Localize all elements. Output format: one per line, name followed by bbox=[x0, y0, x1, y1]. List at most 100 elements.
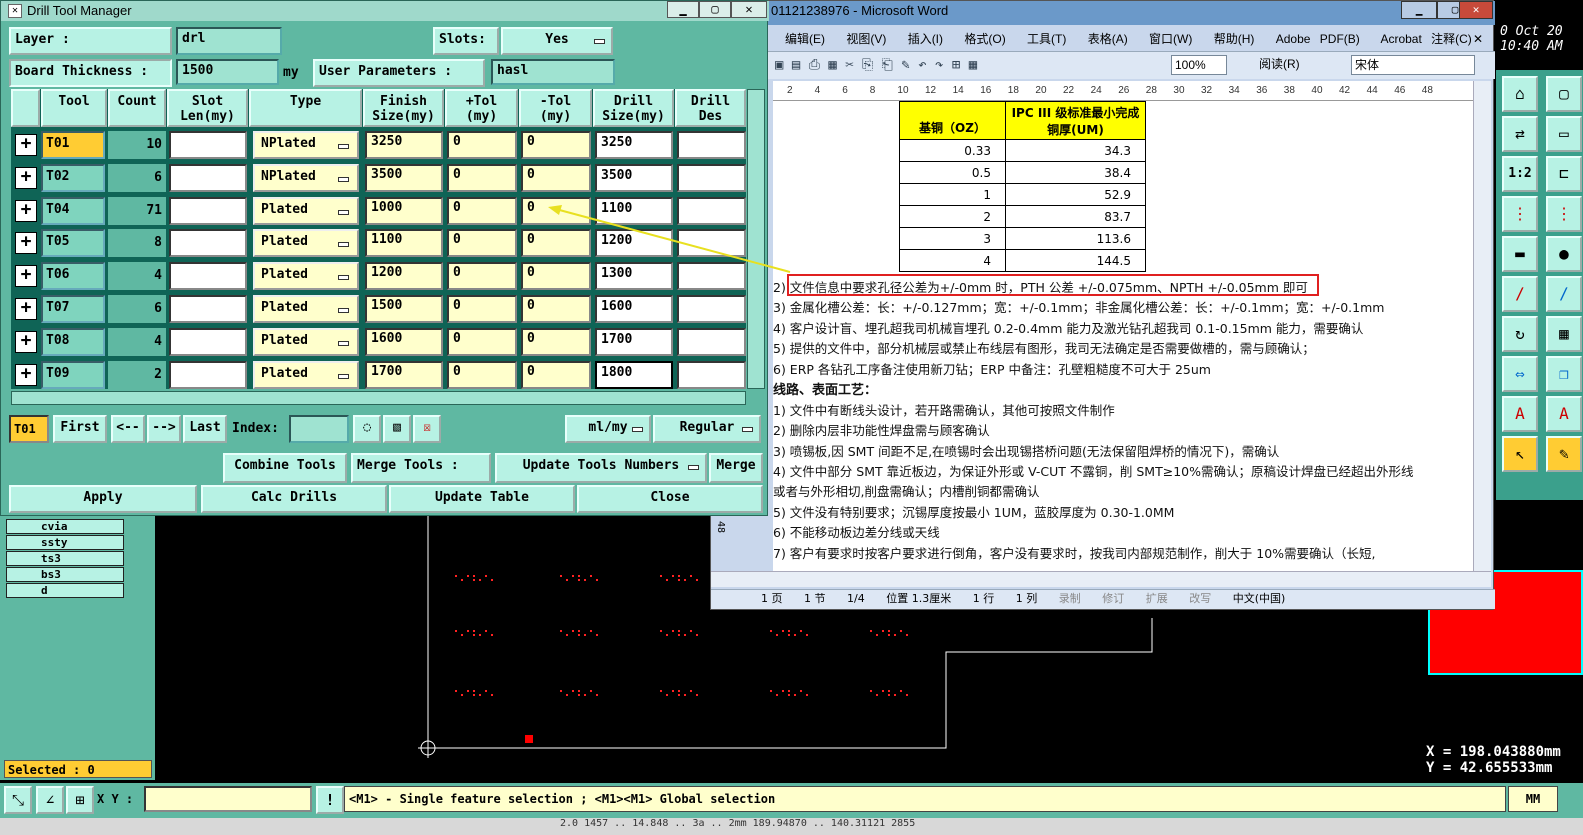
finish-size-input[interactable]: 1200 bbox=[365, 262, 443, 291]
slot-len-input[interactable] bbox=[169, 229, 247, 258]
grid-snap-icon[interactable]: ⊞ bbox=[66, 786, 94, 814]
col-header-drill-des[interactable]: Drill Des bbox=[675, 89, 746, 127]
user-params-input[interactable]: hasl bbox=[491, 59, 615, 85]
slot-len-input[interactable] bbox=[169, 262, 247, 291]
drill-size-input[interactable]: 1700 bbox=[595, 327, 673, 356]
zoom-fit-icon[interactable]: ⤡ bbox=[4, 786, 32, 814]
menu-adobe-pdf[interactable]: Adobe PDF(B) bbox=[1276, 32, 1360, 46]
expand-row-icon[interactable]: + bbox=[15, 232, 37, 255]
finish-size-input[interactable]: 1500 bbox=[365, 295, 443, 323]
col-header-plus-tol[interactable]: +Tol (my) bbox=[445, 89, 518, 127]
layer-item[interactable]: bs3 bbox=[6, 567, 124, 582]
layer-item[interactable]: d bbox=[6, 583, 124, 598]
layer-tool-icon[interactable]: ▢ bbox=[1546, 76, 1582, 112]
plus-tol-input[interactable]: 0 bbox=[447, 295, 517, 323]
col-header-drill-size[interactable]: Drill Size(my) bbox=[593, 89, 674, 127]
edit-icon[interactable]: ✎ bbox=[1546, 436, 1582, 472]
bulb-icon[interactable]: ◌ bbox=[353, 415, 381, 443]
layer-item[interactable]: ssty bbox=[6, 535, 124, 550]
finish-size-input[interactable]: 3250 bbox=[365, 131, 443, 159]
tool-cell[interactable]: T01 bbox=[41, 131, 105, 159]
tool-cell[interactable]: T02 bbox=[41, 163, 105, 192]
line2-tool-icon[interactable]: ∕ bbox=[1546, 276, 1582, 312]
col-header-type[interactable]: Type bbox=[249, 89, 362, 127]
minus-tol-input[interactable]: 0 bbox=[521, 262, 591, 291]
move-icon[interactable]: ⇔ bbox=[1502, 356, 1538, 392]
plus-tol-input[interactable]: 0 bbox=[447, 196, 517, 225]
col-header-slot-len[interactable]: Slot Len(my) bbox=[167, 89, 248, 127]
tool-cell[interactable]: T05 bbox=[41, 229, 105, 258]
dtm-maximize-button[interactable]: ▢ bbox=[699, 1, 731, 18]
combine-tools-button[interactable]: Combine Tools bbox=[223, 453, 347, 483]
col-header-finish[interactable]: Finish Size(my) bbox=[363, 89, 444, 127]
menu-tools[interactable]: 工具(T) bbox=[1027, 32, 1066, 46]
vertical-scrollbar[interactable] bbox=[1473, 81, 1491, 571]
drill-des-input[interactable] bbox=[677, 163, 746, 192]
mode-select[interactable]: Regular bbox=[653, 415, 761, 443]
minus-tol-input[interactable]: 0 bbox=[521, 229, 591, 258]
grid-horizontal-scrollbar[interactable] bbox=[11, 391, 746, 405]
expand-row-icon[interactable]: + bbox=[15, 363, 37, 386]
layer-input[interactable]: drl bbox=[176, 27, 282, 55]
finish-size-input[interactable]: 1100 bbox=[365, 229, 443, 258]
pointer-icon[interactable]: ↖ bbox=[1502, 436, 1538, 472]
expand-row-icon[interactable]: + bbox=[15, 199, 37, 222]
home-icon[interactable]: ⌂ bbox=[1502, 76, 1538, 112]
slot-len-input[interactable] bbox=[169, 360, 247, 389]
horizontal-scrollbar[interactable] bbox=[711, 571, 1491, 587]
expand-row-icon[interactable]: + bbox=[15, 134, 37, 156]
menu-format[interactable]: 格式(O) bbox=[964, 32, 1005, 46]
update-table-button[interactable]: Update Table bbox=[389, 485, 575, 513]
slot-len-input[interactable] bbox=[169, 295, 247, 323]
finish-size-input[interactable]: 1600 bbox=[365, 327, 443, 356]
expand-row-icon[interactable]: + bbox=[15, 166, 37, 189]
text2-tool-icon[interactable]: A bbox=[1546, 396, 1582, 432]
type-select[interactable]: Plated bbox=[253, 295, 359, 323]
plus-tol-input[interactable]: 0 bbox=[447, 229, 517, 258]
drill-size-input[interactable]: 1300 bbox=[595, 262, 673, 291]
expand-row-icon[interactable]: + bbox=[15, 298, 37, 320]
toolbar-icons[interactable]: ▣ ▤ ⎙ ▦ ✂ ⎘ ⎗ ✎ ↶ ↷ ⊞ ▦ bbox=[775, 57, 977, 73]
drill-size-input[interactable]: 1100 bbox=[595, 196, 673, 225]
minus-tol-input[interactable]: 0 bbox=[521, 360, 591, 389]
plus-tol-input[interactable]: 0 bbox=[447, 327, 517, 356]
drill-size-input[interactable]: 3250 bbox=[595, 131, 673, 159]
layer-item[interactable]: cvia bbox=[6, 519, 124, 534]
drill-des-input[interactable] bbox=[677, 360, 746, 389]
drill-des-input[interactable] bbox=[677, 131, 746, 159]
slot-len-input[interactable] bbox=[169, 131, 247, 159]
drill-size-input[interactable]: 1200 bbox=[595, 229, 673, 258]
tool-cell[interactable]: T07 bbox=[41, 295, 105, 323]
menu-insert[interactable]: 插入(I) bbox=[908, 32, 943, 46]
col-header-count[interactable]: Count bbox=[108, 89, 166, 127]
menu-close-icon[interactable]: ✕ bbox=[1473, 27, 1483, 51]
alert-icon[interactable]: ! bbox=[316, 786, 344, 814]
type-select[interactable]: Plated bbox=[253, 360, 359, 389]
tool-cell[interactable]: T04 bbox=[41, 196, 105, 225]
first-button[interactable]: First bbox=[53, 415, 107, 443]
angle-icon[interactable]: ∠ bbox=[36, 786, 64, 814]
rotate-icon[interactable]: ↻ bbox=[1502, 316, 1538, 352]
net2-icon[interactable]: ⋮ bbox=[1546, 196, 1582, 232]
drill-des-input[interactable] bbox=[677, 327, 746, 356]
plus-tol-input[interactable]: 0 bbox=[447, 360, 517, 389]
delete-icon[interactable]: ☒ bbox=[413, 415, 441, 443]
col-header-tool[interactable]: Tool bbox=[41, 89, 107, 127]
slots-select[interactable]: Yes bbox=[501, 27, 613, 55]
type-select[interactable]: Plated bbox=[253, 196, 359, 225]
document-page[interactable]: 基铜（OZ） IPC III 级标准最小完成铜厚(UM) 0.33 34.3 0.… bbox=[773, 101, 1473, 571]
update-tools-numbers-select[interactable]: Update Tools Numbers bbox=[495, 453, 707, 483]
edit-table-icon[interactable]: ▧ bbox=[383, 415, 411, 443]
dtm-close-button[interactable]: ✕ bbox=[731, 1, 767, 18]
tool-cell[interactable]: T09 bbox=[41, 360, 105, 389]
minus-tol-input[interactable]: 0 bbox=[521, 131, 591, 159]
slot-len-input[interactable] bbox=[169, 327, 247, 356]
measure-icon[interactable]: ▬ bbox=[1502, 236, 1538, 272]
copy-icon[interactable]: ❐ bbox=[1546, 356, 1582, 392]
drill-des-input[interactable] bbox=[677, 196, 746, 225]
apply-button[interactable]: Apply bbox=[9, 485, 197, 513]
units-select[interactable]: ml/my bbox=[565, 415, 651, 443]
expand-row-icon[interactable]: + bbox=[15, 265, 37, 288]
next-button[interactable]: --> bbox=[147, 415, 181, 443]
minus-tol-input[interactable]: 0 bbox=[521, 327, 591, 356]
